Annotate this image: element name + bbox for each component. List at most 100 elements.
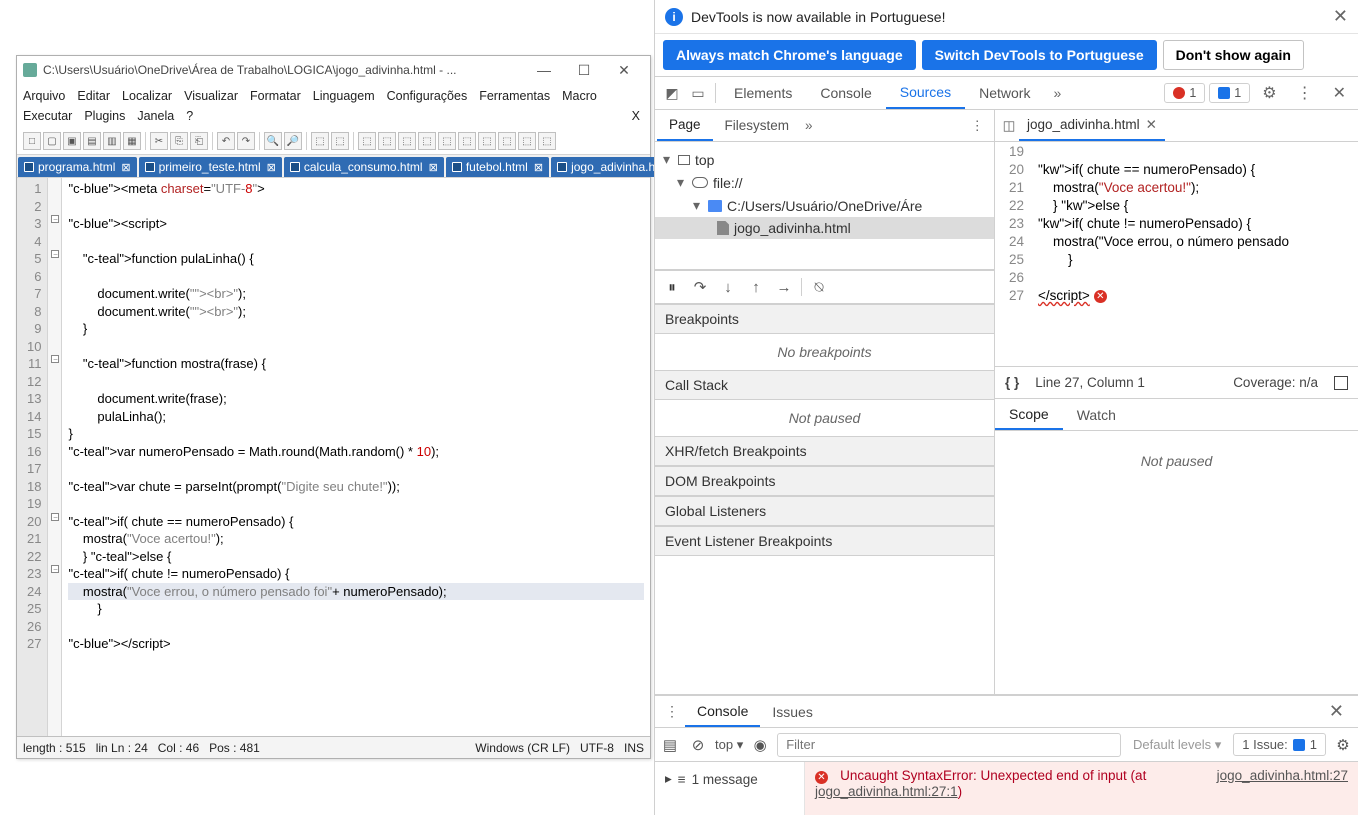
npp-menu-configurações[interactable]: Configurações — [387, 86, 468, 106]
drawer-menu-icon[interactable]: ⋮ — [659, 703, 685, 720]
npp-menu-plugins[interactable]: Plugins — [84, 106, 125, 126]
source-code[interactable]: "kw">if( chute == numeroPensado) { mostr… — [1034, 142, 1358, 366]
device-toggle-icon[interactable]: ▭ — [685, 85, 711, 102]
file-list-icon[interactable]: ◫ — [999, 118, 1019, 134]
scope-tab[interactable]: Scope — [995, 399, 1063, 430]
toolbar-button[interactable]: 🔍 — [264, 132, 282, 150]
tree-file-leaf[interactable]: jogo_adivinha.html — [655, 217, 994, 239]
toolbar-button[interactable]: □ — [23, 132, 41, 150]
npp-file-tab[interactable]: primeiro_teste.html⊠ — [139, 157, 282, 177]
toolbar-button[interactable]: ⬚ — [398, 132, 416, 150]
toolbar-button[interactable]: ⬚ — [418, 132, 436, 150]
maximize-button[interactable]: ☐ — [564, 62, 604, 79]
infobar-close-icon[interactable]: ✕ — [1333, 6, 1348, 27]
npp-menu-x[interactable]: X — [632, 106, 644, 126]
toolbar-button[interactable]: ⎘ — [170, 132, 188, 150]
npp-editor[interactable]: 1234567891011121314151617181920212223242… — [17, 177, 650, 737]
always-match-button[interactable]: Always match Chrome's language — [663, 40, 916, 70]
global-listeners-header[interactable]: Global Listeners — [655, 496, 994, 526]
drawer-issues-tab[interactable]: Issues — [760, 696, 824, 727]
console-filter-input[interactable] — [777, 733, 1121, 757]
error-loc[interactable]: jogo_adivinha.html:27:1 — [815, 784, 958, 799]
xhr-bp-header[interactable]: XHR/fetch Breakpoints — [655, 436, 994, 466]
npp-menu-ferramentas[interactable]: Ferramentas — [479, 86, 550, 106]
devtools-tab-sources[interactable]: Sources — [886, 77, 965, 109]
page-subtab[interactable]: Page — [657, 110, 713, 141]
clear-console-icon[interactable]: ⊘ — [687, 736, 709, 754]
navigator-menu-icon[interactable]: ⋮ — [963, 118, 993, 134]
toolbar-button[interactable]: ⬚ — [538, 132, 556, 150]
npp-file-tab[interactable]: calcula_consumo.html⊠ — [284, 157, 444, 177]
npp-menu-executar[interactable]: Executar — [23, 106, 72, 126]
toolbar-button[interactable]: ▥ — [103, 132, 121, 150]
source-view[interactable]: 192021222324252627 "kw">if( chute == num… — [995, 142, 1358, 367]
step-over-icon[interactable]: ↷ — [689, 278, 711, 296]
npp-file-tab[interactable]: programa.html⊠ — [18, 157, 137, 177]
npp-menu-editar[interactable]: Editar — [77, 86, 110, 106]
toolbar-button[interactable]: ⎗ — [190, 132, 208, 150]
log-levels-selector[interactable]: Default levels ▾ — [1127, 737, 1227, 753]
npp-menu-formatar[interactable]: Formatar — [250, 86, 301, 106]
sidebar-toggle-icon[interactable]: ▤ — [659, 736, 681, 754]
live-expression-icon[interactable]: ◉ — [749, 736, 771, 754]
drawer-console-tab[interactable]: Console — [685, 696, 760, 727]
toolbar-button[interactable]: 🔎 — [284, 132, 302, 150]
console-settings-gear-icon[interactable]: ⚙ — [1332, 736, 1354, 754]
toolbar-button[interactable]: ⬚ — [478, 132, 496, 150]
tab-close-icon[interactable]: ⊠ — [429, 161, 438, 174]
toolbar-button[interactable]: ⬚ — [311, 132, 329, 150]
npp-menu-visualizar[interactable]: Visualizar — [184, 86, 238, 106]
breakpoints-header[interactable]: Breakpoints — [655, 304, 994, 334]
toolbar-button[interactable]: ↶ — [217, 132, 235, 150]
devtools-tab-console[interactable]: Console — [806, 77, 885, 109]
toolbar-button[interactable]: ⬚ — [331, 132, 349, 150]
tree-folder[interactable]: ▾ C:/Users/Usuário/OneDrive/Áre — [655, 194, 994, 217]
drawer-close-icon[interactable]: ✕ — [1319, 701, 1354, 722]
npp-file-tab[interactable]: futebol.html⊠ — [446, 157, 549, 177]
toolbar-button[interactable]: ▣ — [63, 132, 81, 150]
context-selector[interactable]: top ▾ — [715, 737, 743, 753]
toolbar-button[interactable]: ⬚ — [438, 132, 456, 150]
messages-row[interactable]: ▸≡1 message — [665, 768, 794, 790]
toolbar-button[interactable]: ▦ — [123, 132, 141, 150]
error-source-link[interactable]: jogo_adivinha.html:27 — [1217, 768, 1348, 783]
inspect-icon[interactable]: ◩ — [659, 85, 685, 102]
npp-menu-macro[interactable]: Macro — [562, 86, 597, 106]
step-out-icon[interactable]: ↑ — [745, 279, 767, 296]
source-tab[interactable]: jogo_adivinha.html ✕ — [1019, 110, 1165, 141]
npp-menu-arquivo[interactable]: Arquivo — [23, 86, 65, 106]
npp-code[interactable]: "c-blue"><meta charset="UTF-8"> "c-blue"… — [62, 178, 650, 737]
devtools-tab-elements[interactable]: Elements — [720, 77, 806, 109]
toolbar-button[interactable]: ⬚ — [378, 132, 396, 150]
tab-close-icon[interactable]: ⊠ — [121, 161, 130, 174]
dom-bp-header[interactable]: DOM Breakpoints — [655, 466, 994, 496]
minimize-button[interactable]: — — [524, 62, 564, 78]
source-tab-close-icon[interactable]: ✕ — [1146, 117, 1157, 133]
event-listener-bp-header[interactable]: Event Listener Breakpoints — [655, 526, 994, 556]
deactivate-bp-icon[interactable]: ⍉ — [808, 279, 830, 296]
toolbar-button[interactable]: ⬚ — [358, 132, 376, 150]
tab-close-icon[interactable]: ⊠ — [267, 161, 276, 174]
toolbar-button[interactable]: ▤ — [83, 132, 101, 150]
dont-show-button[interactable]: Don't show again — [1163, 40, 1304, 70]
npp-menu-janela[interactable]: Janela — [137, 106, 174, 126]
npp-menu-?[interactable]: ? — [186, 106, 193, 126]
npp-menu-localizar[interactable]: Localizar — [122, 86, 172, 106]
kebab-menu-icon[interactable]: ⋮ — [1289, 83, 1321, 103]
console-error[interactable]: ✕ jogo_adivinha.html:27 Uncaught SyntaxE… — [805, 762, 1358, 815]
toolbar-button[interactable]: ⬚ — [498, 132, 516, 150]
npp-menu-linguagem[interactable]: Linguagem — [313, 86, 375, 106]
more-subtabs-icon[interactable]: » — [805, 118, 813, 133]
toolbar-button[interactable]: ▢ — [43, 132, 61, 150]
step-into-icon[interactable]: ↓ — [717, 279, 739, 296]
callstack-header[interactable]: Call Stack — [655, 370, 994, 400]
toolbar-button[interactable]: ↷ — [237, 132, 255, 150]
settings-gear-icon[interactable]: ⚙ — [1254, 83, 1284, 103]
issue-badge[interactable]: 1 Issue: 1 — [1233, 733, 1326, 756]
close-button[interactable]: ✕ — [604, 62, 644, 79]
switch-devtools-button[interactable]: Switch DevTools to Portuguese — [922, 40, 1157, 70]
tree-file-scheme[interactable]: ▾ file:// — [655, 171, 994, 194]
pause-icon[interactable]: ⏸ — [661, 279, 683, 296]
devtools-close-icon[interactable]: ✕ — [1325, 83, 1354, 103]
filesystem-subtab[interactable]: Filesystem — [713, 110, 802, 141]
